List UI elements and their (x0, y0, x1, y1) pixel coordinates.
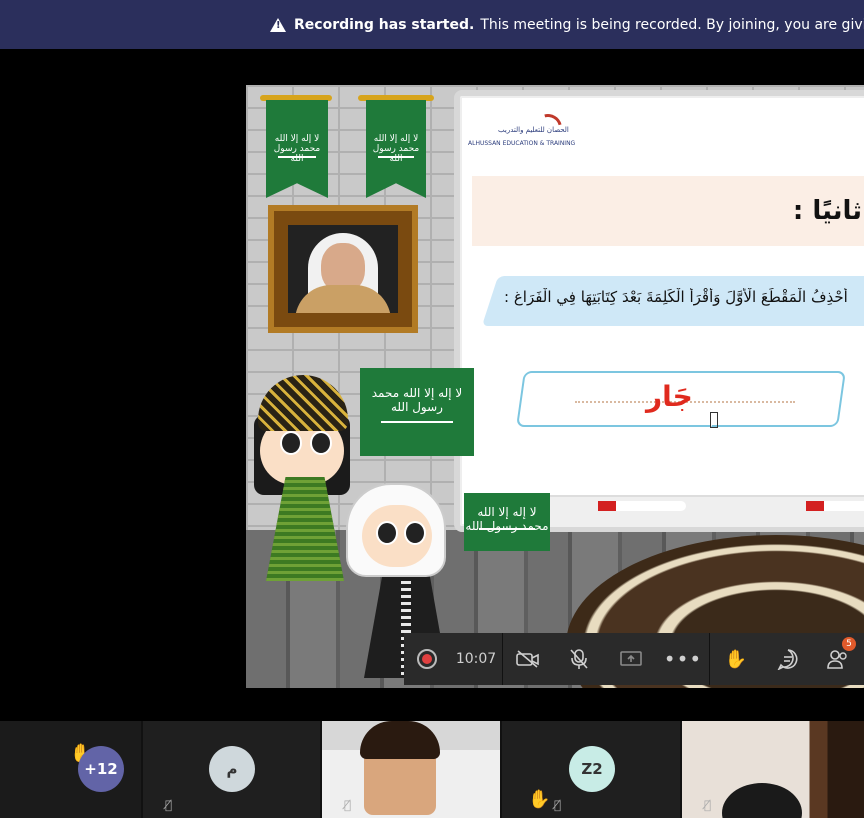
mic-off-icon: 🎙̸ (165, 798, 173, 812)
logo-english: ALHUSSAN EDUCATION & TRAINING (468, 140, 576, 147)
answer-word: جَار (646, 380, 693, 413)
participant-tile[interactable]: Z2 ✋ 🎙̸ (502, 721, 680, 818)
participants-button[interactable]: 5 (814, 633, 862, 685)
mic-off-icon: 🎙̸ (344, 798, 352, 812)
camera-toggle-button[interactable] (503, 633, 553, 685)
overflow-avatar: +12 (78, 746, 124, 792)
hanging-flag-left: لا إله إلا الله محمد رسول الله (266, 100, 328, 198)
recording-banner: Recording has started. This meeting is b… (0, 0, 864, 52)
marker-icon (598, 501, 686, 511)
chat-icon (777, 649, 798, 670)
participant-overflow-tile[interactable]: ✋ +12 (0, 721, 141, 818)
meeting-timer: 10:07 (455, 651, 497, 667)
flag-text: لا إله إلا الله محمد رسول الله (273, 134, 321, 164)
slide-title: ثانيًا : (792, 196, 862, 226)
whiteboard: الحصان للتعليم والتدريب ALHUSSAN EDUCATI… (454, 90, 864, 532)
flag-text: لا إله إلا الله محمد رسول الله (372, 134, 420, 164)
mic-off-icon: 🎙̸ (704, 798, 712, 812)
camera-off-icon (516, 650, 539, 668)
sword-icon (278, 156, 316, 158)
warning-icon (270, 17, 286, 32)
mouse-cursor-icon (710, 412, 718, 428)
recording-indicator[interactable] (404, 633, 450, 685)
share-screen-icon (620, 651, 642, 666)
portrait-frame (268, 205, 418, 333)
flag-text: لا إله إلا الله محمد رسول الله (371, 385, 463, 414)
record-icon (417, 649, 437, 669)
participant-tile[interactable]: م 🎙̸ (143, 721, 320, 818)
recording-banner-text: This meeting is being recorded. By joini… (480, 16, 864, 33)
mic-toggle-button[interactable] (553, 633, 605, 685)
recording-banner-title: Recording has started. (294, 16, 475, 33)
alhussan-logo: الحصان للتعليم والتدريب ALHUSSAN EDUCATI… (468, 108, 575, 154)
raise-hand-icon: ✋ (724, 648, 748, 670)
sword-icon (479, 527, 535, 530)
more-icon: ••• (663, 647, 703, 671)
slide-title-strip: ثانيًا : (472, 176, 864, 246)
participants-icon (827, 650, 847, 669)
logo-arabic: الحصان للتعليم والتدريب (498, 126, 569, 134)
chat-button[interactable] (762, 633, 814, 685)
waving-flag-small: لا إله إلا الله محمد رسول الله (464, 493, 550, 551)
participant-gallery: ✋ +12 م 🎙̸ 🎙̸ Z2 ✋ 🎙̸ 🎙̸ (0, 721, 864, 818)
more-options-button[interactable]: ••• (657, 633, 709, 685)
sword-icon (378, 156, 414, 158)
instruction-text: أَحْذِفُ الْمَقْطَعَ الْأَوَّلَ وَأَقْرَ… (504, 288, 848, 306)
share-screen-button[interactable] (605, 633, 657, 685)
sword-icon (380, 420, 454, 423)
participant-video-tile[interactable]: 🎙̸ (682, 721, 864, 818)
mic-off-icon (570, 649, 588, 669)
shared-screen: لا إله إلا الله محمد رسول الله لا إله إل… (246, 85, 864, 688)
participant-video-tile[interactable]: 🎙̸ (322, 721, 500, 818)
avatar: Z2 (569, 746, 615, 792)
waving-flag-large: لا إله إلا الله محمد رسول الله (360, 368, 474, 456)
marker-icon (806, 501, 864, 511)
avatar: م (209, 746, 255, 792)
portrait-image (288, 225, 398, 313)
mic-off-icon: 🎙̸ (554, 798, 562, 812)
hanging-flag-right: لا إله إلا الله محمد رسول الله (366, 100, 426, 198)
meeting-control-bar: 10:07 ••• ✋ 5 (404, 633, 864, 685)
participants-count-badge: 5 (842, 637, 856, 651)
raise-hand-button[interactable]: ✋ (710, 633, 762, 685)
raise-hand-icon: ✋ (528, 789, 551, 810)
